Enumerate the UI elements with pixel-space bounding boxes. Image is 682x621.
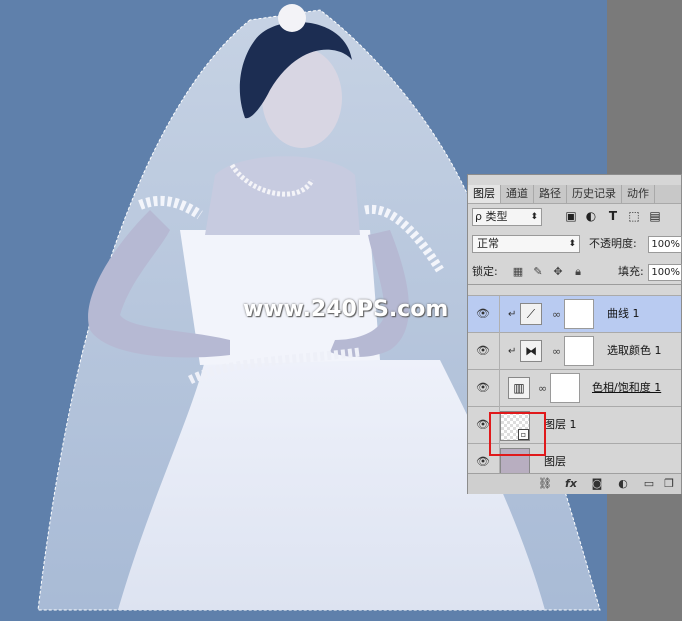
opacity-input[interactable]: 100% — [648, 236, 682, 253]
blend-mode-value: 正常 — [477, 237, 499, 250]
layer-name[interactable]: 色相/饱和度 1 — [592, 381, 661, 395]
layer-name[interactable]: 图层 — [544, 455, 566, 469]
fill-label: 填充: — [618, 265, 644, 278]
layer-mask-thumbnail[interactable] — [564, 336, 594, 366]
link-chain-icon[interactable]: ∞ — [538, 382, 547, 395]
chevron-icon: ⬍ — [530, 212, 538, 222]
filter-row: ρ 类型 ⬍ ▣ ◐ T ⬚ ▤ — [472, 208, 678, 230]
lock-row: 锁定: ▦ ✎ ✥ 🔒︎ 填充: 100% — [472, 263, 682, 285]
image-filter-icon[interactable]: ▣ — [564, 209, 578, 223]
fill-input[interactable]: 100% — [648, 264, 682, 281]
lock-transparent-icon[interactable]: ▦ — [512, 266, 524, 278]
fx-icon[interactable]: fx — [564, 477, 578, 491]
lock-image-icon[interactable]: ✎ — [532, 266, 544, 278]
layer-filter-label: ρ 类型 — [475, 210, 508, 223]
highlight-box — [489, 412, 546, 456]
column-divider — [499, 333, 500, 370]
column-divider — [499, 370, 500, 407]
layers-bottom-toolbar: ⛓ fx ◙ ◐ ▭ ❐ — [468, 473, 681, 494]
visibility-eye-icon[interactable]: 👁︎ — [476, 419, 490, 431]
layer-filter-select[interactable]: ρ 类型 ⬍ — [472, 208, 542, 226]
lock-position-icon[interactable]: ✥ — [552, 266, 564, 278]
type-filter-icon[interactable]: T — [606, 209, 620, 223]
add-mask-icon[interactable]: ◙ — [590, 477, 604, 491]
tab-paths[interactable]: 路径 — [534, 185, 567, 203]
lock-all-icon[interactable]: 🔒︎ — [572, 266, 584, 278]
visibility-eye-icon[interactable]: 👁︎ — [476, 345, 490, 357]
layer-name[interactable]: 图层 1 — [544, 418, 577, 432]
visibility-eye-icon[interactable]: 👁︎ — [476, 456, 490, 468]
adjustment-icon[interactable]: ◐ — [616, 477, 630, 491]
tab-actions[interactable]: 动作 — [622, 185, 655, 203]
lock-label: 锁定: — [472, 265, 498, 278]
hue-saturation-adjustment-icon: ▥ — [508, 377, 530, 399]
panel-tabs: 图层 通道 路径 历史记录 动作 — [468, 185, 681, 204]
link-chain-icon[interactable]: ∞ — [552, 308, 561, 321]
blend-mode-select[interactable]: 正常 ⬍ — [472, 235, 580, 253]
smart-object-filter-icon[interactable]: ▤ — [648, 209, 662, 223]
adjustment-filter-icon[interactable]: ◐ — [584, 209, 598, 223]
link-chain-icon[interactable]: ∞ — [552, 345, 561, 358]
selective-color-adjustment-icon: ⧓ — [520, 340, 542, 362]
opacity-label: 不透明度: — [589, 237, 637, 250]
layer-partial-top — [468, 285, 681, 296]
column-divider — [499, 296, 500, 333]
visibility-eye-icon[interactable]: 👁︎ — [476, 382, 490, 394]
visibility-eye-icon[interactable]: 👁︎ — [476, 308, 490, 320]
blend-row: 正常 ⬍ 不透明度: 100% — [472, 235, 682, 257]
layer-row-hue-saturation[interactable]: 👁︎ ▥ ∞ 色相/饱和度 1 — [468, 370, 681, 407]
tab-layers[interactable]: 图层 — [468, 185, 501, 203]
layer-row-selective-color[interactable]: 👁︎ ↵ ⧓ ∞ 选取颜色 1 — [468, 333, 681, 370]
watermark-text: www.240PS.com — [243, 297, 449, 322]
link-icon[interactable]: ⛓ — [538, 477, 552, 491]
tab-history[interactable]: 历史记录 — [567, 185, 622, 203]
layer-mask-thumbnail[interactable] — [550, 373, 580, 403]
clipping-arrow-icon: ↵ — [508, 309, 517, 320]
clipping-arrow-icon: ↵ — [508, 346, 517, 357]
chevron-icon: ⬍ — [568, 239, 576, 249]
shape-filter-icon[interactable]: ⬚ — [627, 209, 641, 223]
layer-row-curves[interactable]: 👁︎ ↵ ⟋ ∞ 曲线 1 — [468, 296, 681, 333]
new-layer-icon[interactable]: ❐ — [662, 477, 676, 491]
tab-channels[interactable]: 通道 — [501, 185, 534, 203]
layer-name[interactable]: 选取颜色 1 — [607, 344, 662, 358]
layer-name[interactable]: 曲线 1 — [607, 307, 640, 321]
layer-mask-thumbnail[interactable] — [564, 299, 594, 329]
curves-adjustment-icon: ⟋ — [520, 303, 542, 325]
new-group-icon[interactable]: ▭ — [642, 477, 656, 491]
